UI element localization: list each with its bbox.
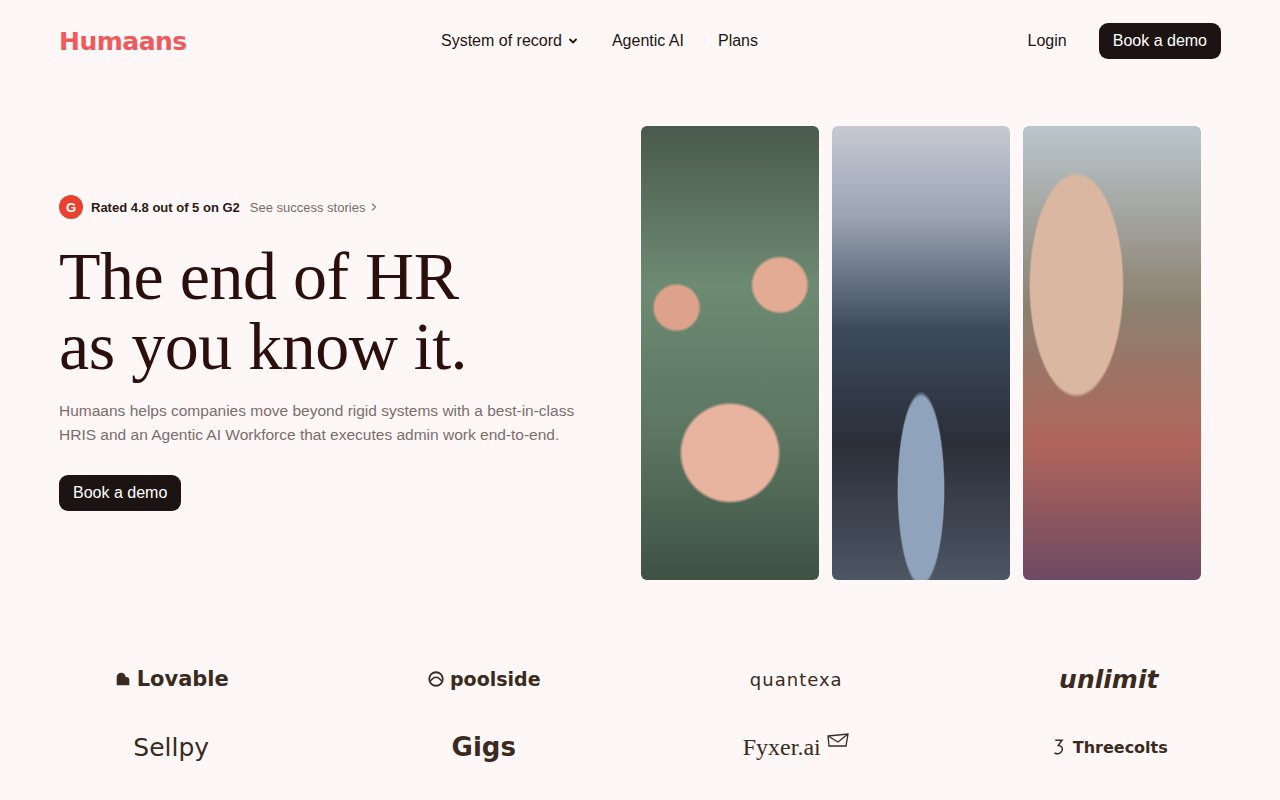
customer-logos: Lovablepoolsidequantexaunlimit SellpyGigs… [0, 580, 1280, 762]
chevron-down-icon [568, 36, 578, 46]
city-photo [832, 126, 1010, 580]
rating-badge[interactable]: G Rated 4.8 out of 5 on G2 See success sto… [59, 195, 379, 219]
hero-book-demo-button[interactable]: Book a demo [59, 475, 181, 511]
photo-strip [641, 126, 1201, 580]
login-link[interactable]: Login [1028, 32, 1067, 50]
hero-content: G Rated 4.8 out of 5 on G2 See success sto… [59, 195, 619, 511]
hero: G Rated 4.8 out of 5 on G2 See success sto… [0, 82, 1280, 580]
success-stories-link[interactable]: See success stories [250, 200, 366, 215]
rating-text: Rated 4.8 out of 5 on G2 [91, 200, 240, 215]
nav: System of record Agentic AI Plans [441, 32, 758, 50]
customer-logo: Sellpy [15, 732, 328, 762]
customer-logo: Lovable [15, 664, 328, 694]
portrait-photo [1023, 126, 1201, 580]
headline: The end of HRas you know it. [59, 241, 467, 381]
customer-logo: unlimit [953, 664, 1266, 694]
lovable-mark-icon [114, 670, 132, 688]
flowers-photo [641, 126, 819, 580]
nav-item[interactable]: Agentic AI [612, 32, 684, 50]
nav-item[interactable]: System of record [441, 32, 578, 50]
customer-logo: Fyxer.ai [640, 732, 953, 762]
chevron-right-icon [369, 202, 379, 212]
customer-logo: quantexa [640, 664, 953, 694]
customer-logo: Threecolts [953, 732, 1266, 762]
threecolts-mark-icon [1050, 738, 1068, 756]
customer-logo: Gigs [328, 732, 641, 762]
header-actions: Login Book a demo [1028, 23, 1221, 59]
nav-item[interactable]: Plans [718, 32, 758, 50]
page: Humaans System of record Agentic AI Plans Lo… [0, 0, 1280, 800]
logo[interactable]: Humaans [59, 27, 187, 56]
subtitle: Humaans helps companies move beyond rigi… [59, 399, 599, 447]
header: Humaans System of record Agentic AI Plans Lo… [0, 0, 1280, 82]
poolside-mark-icon [427, 670, 445, 688]
g2-icon: G [59, 195, 83, 219]
customer-logo: poolside [328, 664, 641, 694]
book-demo-button[interactable]: Book a demo [1099, 23, 1221, 59]
fyxer-mail-icon [826, 733, 850, 749]
